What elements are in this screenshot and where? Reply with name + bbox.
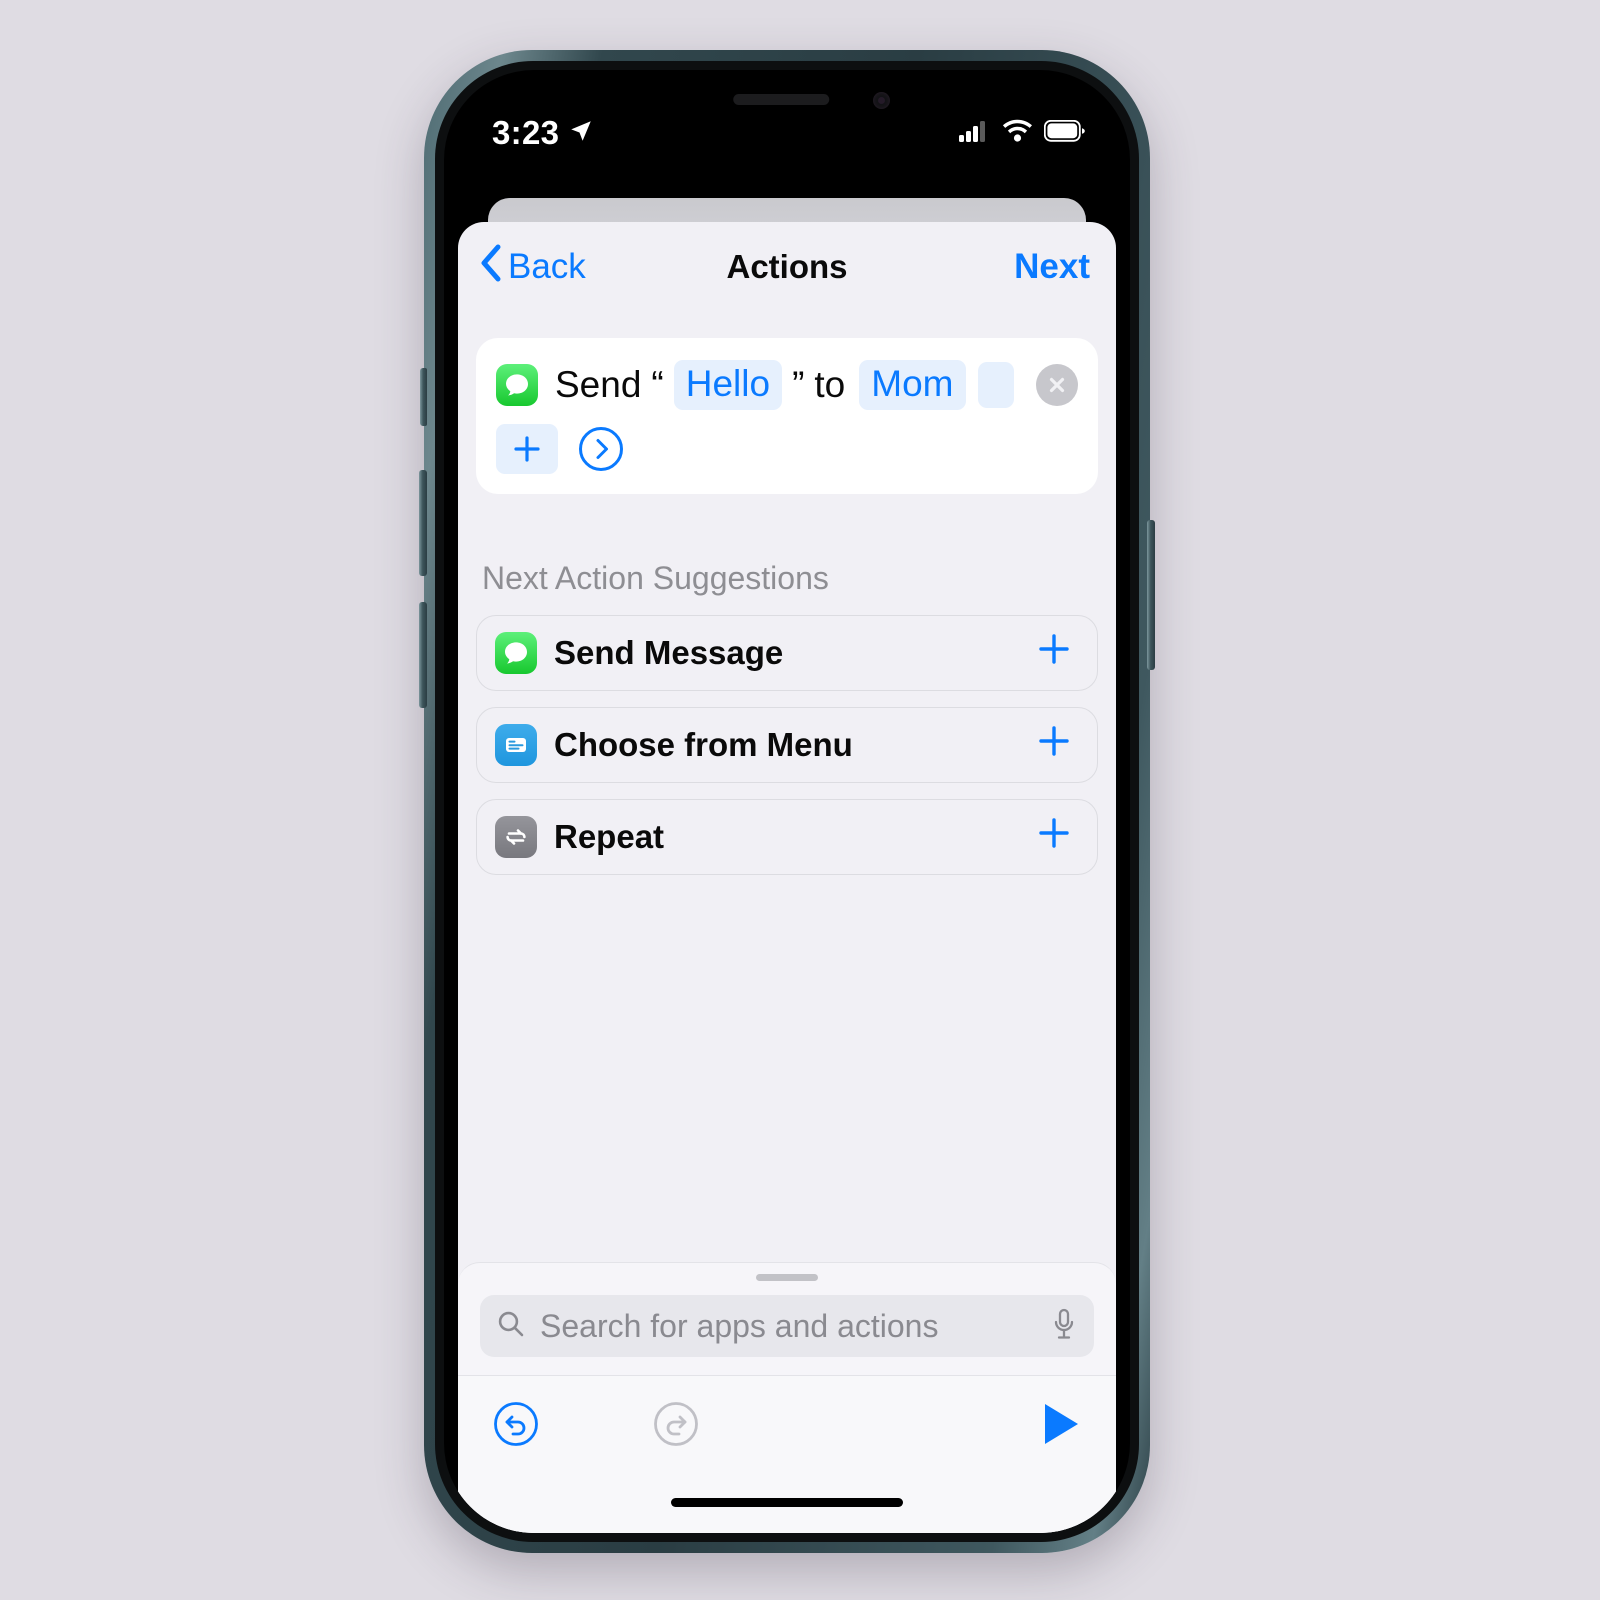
earpiece-speaker xyxy=(733,94,830,105)
action-card[interactable]: Send “ Hello ” to Mom xyxy=(476,338,1098,494)
front-camera xyxy=(873,92,890,109)
suggestion-label: Repeat xyxy=(554,818,665,855)
wifi-icon xyxy=(1002,119,1033,147)
microphone-icon[interactable] xyxy=(1052,1308,1076,1345)
add-suggestion-button[interactable] xyxy=(1035,814,1073,860)
suggestion-label: Choose from Menu xyxy=(554,726,853,763)
back-button-label: Back xyxy=(508,247,586,286)
search-input[interactable] xyxy=(540,1307,1038,1345)
suggestion-row-repeat[interactable]: Repeat xyxy=(476,799,1098,875)
actions-sheet: Back Actions Next Send “ Hello ” to Mom … xyxy=(458,222,1116,1533)
status-bar-right xyxy=(959,119,1086,147)
notch xyxy=(632,70,942,136)
empty-recipient-field[interactable] xyxy=(977,362,1014,408)
volume-down-button[interactable] xyxy=(419,602,427,708)
play-icon[interactable] xyxy=(1040,1401,1082,1447)
sheet-grabber-handle[interactable] xyxy=(756,1274,818,1281)
add-variable-button[interactable] xyxy=(496,424,558,474)
action-preposition: to xyxy=(814,364,846,405)
add-suggestion-button[interactable] xyxy=(1035,722,1073,768)
status-bar-clock: 3:23 xyxy=(492,114,560,151)
messages-icon xyxy=(495,632,537,674)
message-text-field[interactable]: Hello xyxy=(673,360,783,410)
device-bezel: 3:23 Back Actions Next Send “ Hello ” to… xyxy=(435,61,1139,1542)
home-indicator[interactable] xyxy=(671,1497,903,1507)
toolbar-left-group xyxy=(492,1400,700,1448)
add-suggestion-button[interactable] xyxy=(1035,630,1073,676)
undo-icon[interactable] xyxy=(492,1400,540,1448)
location-arrow-icon xyxy=(568,118,594,149)
iphone-device: 3:23 Back Actions Next Send “ Hello ” to… xyxy=(419,50,1155,1553)
navigation-bar: Back Actions Next xyxy=(458,222,1116,312)
mute-switch[interactable] xyxy=(420,368,427,426)
suggestion-row-send-message[interactable]: Send Message xyxy=(476,615,1098,691)
suggestion-label: Send Message xyxy=(554,634,784,671)
suggestions-header: Next Action Suggestions xyxy=(482,560,829,596)
action-card-secondary-row xyxy=(496,424,1078,474)
chevron-left-icon xyxy=(480,244,502,291)
home-indicator-area xyxy=(458,1471,1116,1533)
action-verb: Send xyxy=(555,364,642,405)
recipient-field[interactable]: Mom xyxy=(859,360,966,410)
redo-icon[interactable] xyxy=(652,1400,700,1448)
volume-up-button[interactable] xyxy=(419,470,427,576)
menu-card-icon xyxy=(495,724,537,766)
battery-icon xyxy=(1043,119,1086,147)
search-field[interactable] xyxy=(480,1295,1094,1357)
quote-close: ” xyxy=(792,364,805,405)
action-library-sheet xyxy=(458,1262,1116,1533)
cellular-signal-icon xyxy=(959,120,991,147)
chevron-right-circle-icon[interactable] xyxy=(578,426,624,472)
status-bar-left: 3:23 xyxy=(492,114,594,152)
power-button[interactable] xyxy=(1147,520,1155,670)
suggestion-row-choose-from-menu[interactable]: Choose from Menu xyxy=(476,707,1098,783)
search-icon xyxy=(496,1309,526,1344)
messages-icon xyxy=(496,364,538,406)
screen: 3:23 Back Actions Next Send “ Hello ” to… xyxy=(444,70,1130,1533)
back-button[interactable]: Back xyxy=(480,244,586,291)
repeat-icon xyxy=(495,816,537,858)
action-card-main-row: Send “ Hello ” to Mom xyxy=(496,354,1078,416)
delete-action-button[interactable] xyxy=(1036,364,1078,406)
editor-toolbar xyxy=(458,1375,1116,1471)
next-button[interactable]: Next xyxy=(1014,247,1090,287)
quote-open: “ xyxy=(651,364,664,405)
